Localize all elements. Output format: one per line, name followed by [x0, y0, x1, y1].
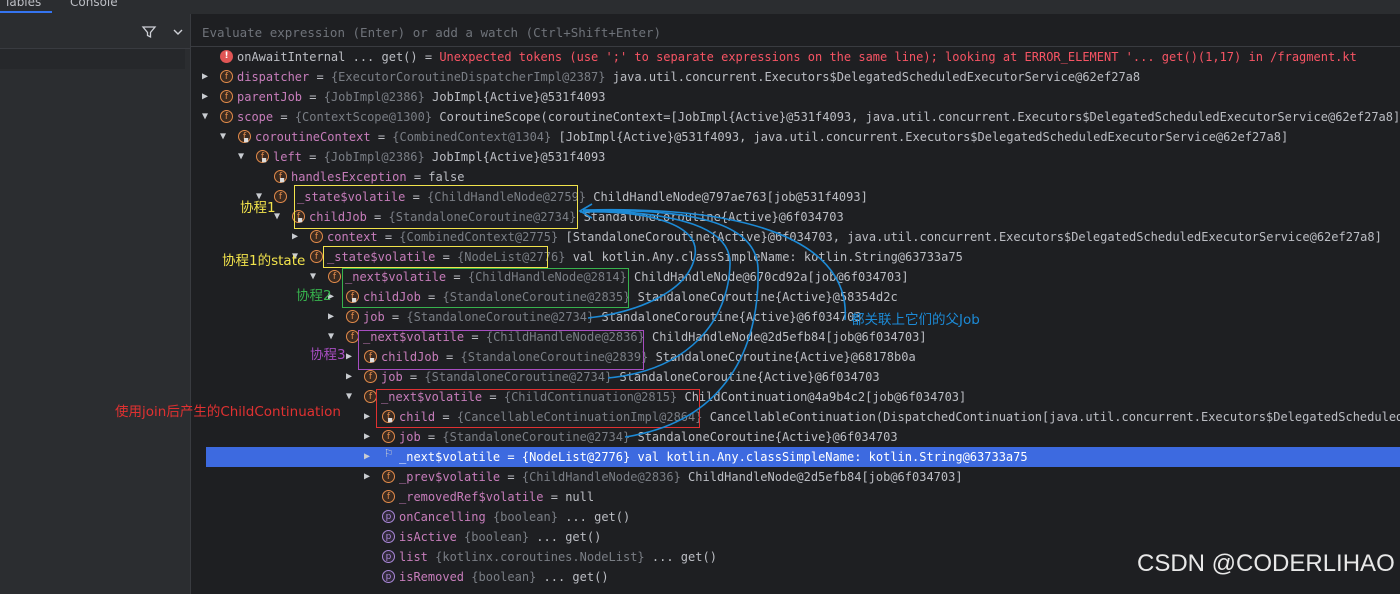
curve-job-child-continuation [582, 209, 759, 438]
curve-parent-note [584, 208, 847, 321]
curve-job-coroutine2 [579, 211, 696, 319]
annotation-coroutine1: 协程1 [240, 200, 276, 216]
annotation-coroutine3: 协程3 [310, 347, 346, 363]
curve-job-coroutine3 [582, 209, 731, 379]
annotation-coroutine2: 协程2 [296, 288, 332, 304]
annotation-curves [578, 203, 847, 438]
annotation-parent-job: 都关联上它们的父Job [851, 312, 980, 328]
watermark: CSDN @CODERLIHAO [1137, 550, 1395, 577]
annotation-coroutine1-state: 协程1的state [222, 253, 306, 269]
annotation-join-continuation: 使用join后产生的ChildContinuation [115, 404, 341, 420]
